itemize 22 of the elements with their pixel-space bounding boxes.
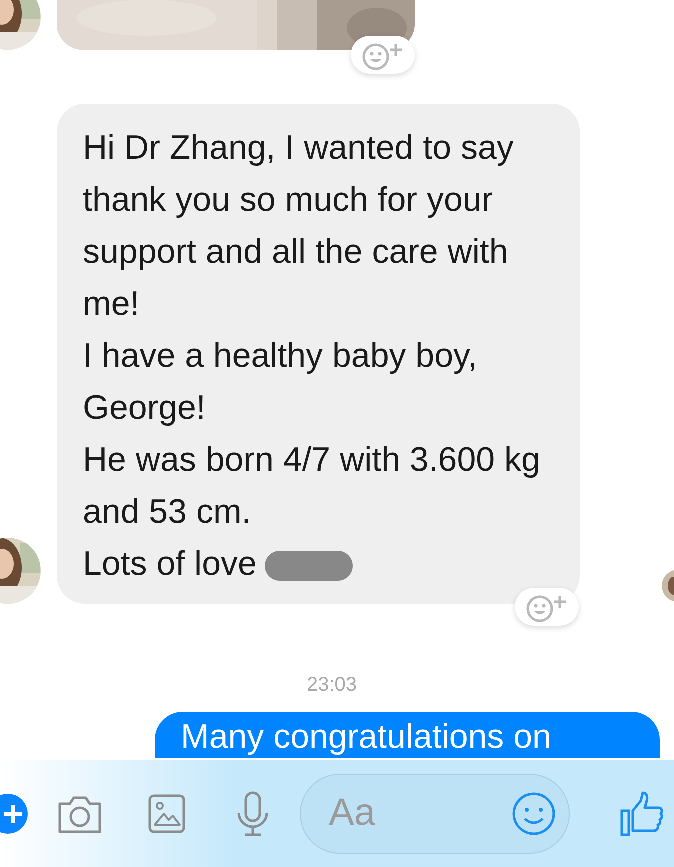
- image-icon: [148, 794, 186, 834]
- gallery-button[interactable]: [148, 794, 186, 834]
- like-button[interactable]: [620, 790, 664, 836]
- timestamp: 23:03: [306, 673, 358, 698]
- message-text: He was born 4/7 with 3.600 kg and 53 cm.: [83, 440, 542, 533]
- thumbs-up-icon: [620, 790, 664, 836]
- plus-button[interactable]: [0, 794, 28, 834]
- emoji-icon[interactable]: [511, 790, 557, 836]
- add-reaction-button[interactable]: [351, 36, 415, 74]
- avatar: [0, 538, 42, 604]
- message-text: Hi Dr Zhang, I wanted to say thank you so much for your support and all the care with me!: [83, 128, 515, 325]
- message-input[interactable]: Aa: [329, 785, 511, 842]
- microphone-icon: [236, 790, 270, 836]
- microphone-button[interactable]: [236, 790, 270, 836]
- message-text: I have a healthy baby boy, George!: [83, 336, 478, 429]
- avatar: [0, 0, 42, 50]
- message-field[interactable]: Aa: [300, 774, 570, 854]
- message-text: Many congratulations on: [181, 718, 552, 756]
- add-reaction-button[interactable]: [515, 588, 579, 626]
- avatar: [662, 570, 674, 602]
- message-text: Lots of love: [83, 538, 353, 590]
- plus-icon: [2, 802, 24, 824]
